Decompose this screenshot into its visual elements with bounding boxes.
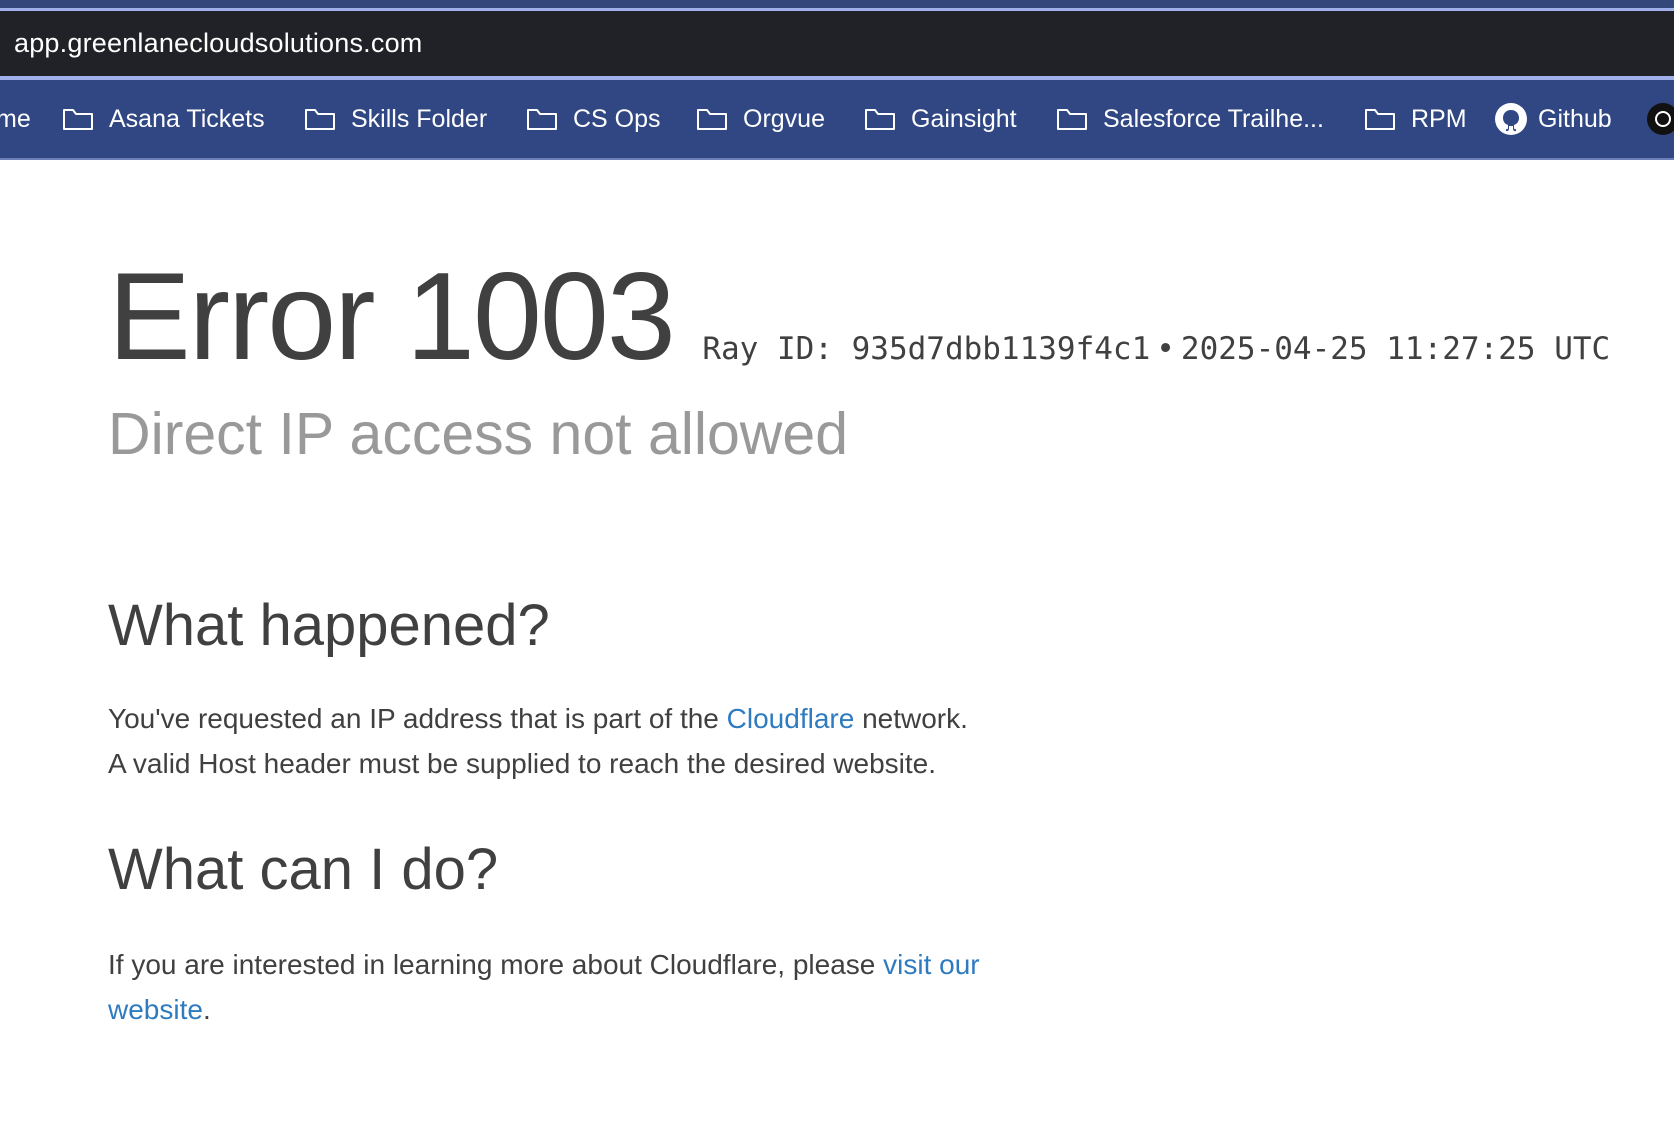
text-segment: .: [202, 994, 211, 1025]
folder-icon: [305, 109, 335, 130]
ray-timestamp: 2025-04-25 11:27:25 UTC: [1180, 331, 1611, 367]
visit-website-link[interactable]: visit our: [883, 949, 979, 980]
what-can-i-do-line-2: website.: [108, 987, 980, 1032]
bookmark-label: Asana Tickets: [109, 104, 265, 133]
bookmark-overflow[interactable]: [1646, 80, 1674, 158]
ray-info: Ray ID: 935d7dbb1139f4c1 • 2025-04-25 11:2…: [702, 331, 1610, 367]
bookmark-home[interactable]: me: [0, 80, 31, 158]
folder-icon: [1057, 109, 1087, 130]
what-happened-heading: What happened?: [108, 593, 550, 658]
bookmark-asana-tickets[interactable]: Asana Tickets: [62, 80, 265, 158]
text-segment: You've requested an IP address that is p…: [108, 703, 727, 734]
what-can-i-do-heading: What can I do?: [108, 837, 499, 902]
folder-icon: [1365, 109, 1395, 130]
bookmark-rpm[interactable]: RPM: [1364, 80, 1467, 158]
bookmark-salesforce-trailhead[interactable]: Salesforce Trailhe...: [1056, 80, 1324, 158]
what-happened-line-1: You've requested an IP address that is p…: [108, 696, 968, 741]
text-segment: network.: [854, 703, 968, 734]
what-can-i-do-line-1: If you are interested in learning more a…: [108, 942, 980, 987]
bookmark-label: Orgvue: [743, 104, 825, 133]
error-header: Error 1003 Ray ID: 935d7dbb1139f4c1 • 2025…: [108, 255, 1610, 379]
bookmark-github[interactable]: Github: [1494, 80, 1612, 158]
bookmark-cs-ops[interactable]: CS Ops: [526, 80, 661, 158]
what-happened-text: You've requested an IP address that is p…: [108, 696, 968, 786]
bookmark-favicon-icon: [1647, 103, 1674, 135]
bookmark-label: Github: [1538, 104, 1612, 133]
text-segment: If you are interested in learning more a…: [108, 949, 884, 980]
bookmark-label: Skills Folder: [351, 104, 488, 133]
github-icon: [1495, 103, 1527, 135]
folder-icon: [865, 109, 895, 130]
visit-website-link-continued[interactable]: website: [108, 994, 203, 1025]
bookmark-label: me: [0, 104, 31, 133]
bookmark-label: Gainsight: [911, 104, 1017, 133]
error-subtitle: Direct IP access not allowed: [108, 401, 849, 467]
window-top-stripe: [0, 0, 1674, 8]
bookmark-skills-folder[interactable]: Skills Folder: [304, 80, 487, 158]
url-text[interactable]: app.greenlanecloudsolutions.com: [0, 28, 422, 59]
error-title: Error 1003: [108, 248, 676, 386]
bookmarks-bar: me Asana Tickets Skills Folder CS Ops Or: [0, 80, 1674, 158]
ray-separator: •: [1156, 331, 1175, 367]
bookmark-gainsight[interactable]: Gainsight: [864, 80, 1017, 158]
what-happened-line-2: A valid Host header must be supplied to …: [108, 748, 937, 779]
browser-chrome: app.greenlanecloudsolutions.com me Asana…: [0, 0, 1674, 160]
bookmark-label: CS Ops: [573, 104, 661, 133]
what-can-i-do-text: If you are interested in learning more a…: [108, 942, 980, 1032]
ray-id: Ray ID: 935d7dbb1139f4c1: [702, 331, 1151, 367]
bookmark-orgvue[interactable]: Orgvue: [696, 80, 825, 158]
folder-icon: [63, 109, 93, 130]
address-bar[interactable]: app.greenlanecloudsolutions.com: [0, 11, 1674, 76]
bookmark-label: Salesforce Trailhe...: [1103, 104, 1324, 133]
folder-icon: [697, 109, 727, 130]
folder-icon: [527, 109, 557, 130]
bookmark-label: RPM: [1411, 104, 1467, 133]
bookmarks-bar-border: [0, 158, 1674, 160]
cloudflare-link[interactable]: Cloudflare: [727, 703, 855, 734]
